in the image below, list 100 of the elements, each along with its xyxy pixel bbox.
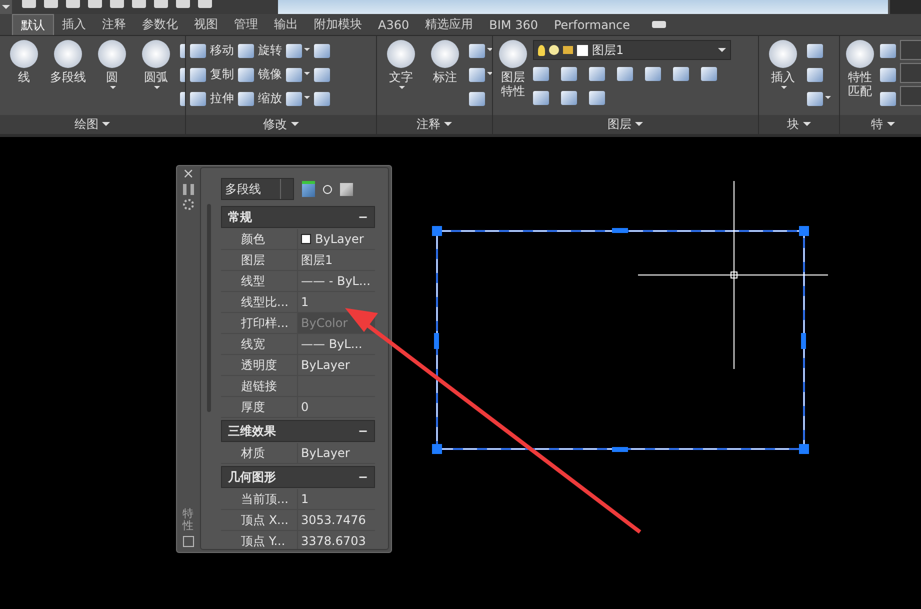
property-row[interactable]: 图层 图层1 xyxy=(221,250,375,271)
tool-icon xyxy=(238,68,254,82)
tool-icon xyxy=(499,40,527,68)
object-type-dropdown[interactable]: 多段线 xyxy=(221,178,294,200)
ribbon-button[interactable]: 缩放 xyxy=(238,88,282,109)
property-label: 材质 xyxy=(221,443,298,463)
property-label: 顶点 Y... xyxy=(221,531,298,549)
property-label: 图层 xyxy=(221,250,298,270)
ribbon-button[interactable]: 镜像 xyxy=(238,64,282,85)
ribbon-button[interactable]: 移动 xyxy=(190,40,234,61)
ribbon-toggle-icon[interactable] xyxy=(652,21,666,28)
ribbon-tab[interactable]: 注释 xyxy=(94,14,134,35)
property-value: 图层1 xyxy=(301,252,333,268)
ribbon-large-button[interactable]: 文字 xyxy=(381,40,421,92)
ribbon-large-button[interactable]: 线 xyxy=(4,40,44,84)
property-value: 1 xyxy=(301,295,309,309)
section-header[interactable]: 几何图形 − xyxy=(221,466,375,488)
property-value: ByLayer xyxy=(301,446,350,460)
ribbon-tab[interactable]: 输出 xyxy=(266,14,306,35)
settings-icon[interactable] xyxy=(182,199,194,210)
property-row[interactable]: 线宽 —— ByL... xyxy=(221,334,375,355)
property-row[interactable]: 超链接 xyxy=(221,376,375,397)
color-swatch-icon xyxy=(301,234,311,244)
property-row[interactable]: 材质 ByLayer xyxy=(221,443,375,464)
ribbon-large-button[interactable]: 圆 xyxy=(92,40,132,92)
search-field[interactable] xyxy=(888,0,921,14)
tool-icon xyxy=(431,40,459,68)
tool-icon xyxy=(387,40,415,68)
property-row[interactable]: 厚度 0 xyxy=(221,397,375,418)
application-menu-button[interactable] xyxy=(0,0,12,14)
ribbon-tab[interactable]: 视图 xyxy=(186,14,226,35)
property-row[interactable]: 颜色 ByLayer xyxy=(221,229,375,250)
property-value: 0 xyxy=(301,400,309,414)
ribbon-tab[interactable]: 管理 xyxy=(226,14,266,35)
ribbon-button[interactable]: 旋转 xyxy=(238,40,282,61)
property-value: —— - ByL... xyxy=(301,274,370,288)
ribbon-tab[interactable]: 插入 xyxy=(54,14,94,35)
palette-title: 特性 xyxy=(182,508,194,532)
panel-title[interactable]: 修改 xyxy=(186,115,376,134)
property-row[interactable]: 线型 —— - ByL... xyxy=(221,271,375,292)
property-label: 厚度 xyxy=(221,397,298,417)
property-label: 当前顶... xyxy=(221,489,298,509)
tool-icon xyxy=(769,40,797,68)
property-value: ByLayer xyxy=(315,232,364,246)
color-swatch-icon xyxy=(577,44,588,56)
tool-icon xyxy=(98,40,126,68)
tool-icon xyxy=(142,40,170,68)
property-label: 超链接 xyxy=(221,376,298,396)
ribbon-tab[interactable]: A360 xyxy=(370,14,418,35)
panel-title[interactable]: 块 xyxy=(759,115,839,134)
sun-icon xyxy=(549,45,559,55)
palette-icon[interactable] xyxy=(182,536,194,547)
tool-icon xyxy=(190,92,206,106)
ribbon-tab[interactable]: 精选应用 xyxy=(417,14,482,35)
property-value: 3378.6703 xyxy=(301,534,366,548)
ribbon-large-button[interactable]: 特性匹配 xyxy=(844,40,876,98)
property-label: 顶点 X... xyxy=(221,510,298,530)
section-header[interactable]: 三维效果 − xyxy=(221,420,375,442)
ribbon-large-button[interactable]: 插入 xyxy=(763,40,803,92)
property-label: 线型比... xyxy=(221,292,298,312)
tool-icon xyxy=(10,40,38,68)
close-button[interactable]: × xyxy=(182,169,194,180)
ribbon-button[interactable]: 拉伸 xyxy=(190,88,234,109)
layer-dropdown[interactable]: 图层1 xyxy=(533,40,731,60)
tool-icon xyxy=(846,40,874,68)
quick-select-icon[interactable] xyxy=(340,182,353,196)
section-header[interactable]: 常规 − xyxy=(221,206,375,228)
property-label: 透明度 xyxy=(221,355,298,375)
ribbon-button[interactable]: 复制 xyxy=(190,64,234,85)
property-value: 1 xyxy=(301,492,309,506)
tool-icon xyxy=(238,92,254,106)
ribbon-large-button[interactable]: 多段线 xyxy=(48,40,88,84)
property-row[interactable]: 当前顶... 1 xyxy=(221,489,375,510)
select-objects-icon[interactable] xyxy=(323,184,332,194)
ribbon-tab[interactable]: 参数化 xyxy=(134,14,186,35)
property-value: ByLayer xyxy=(301,358,350,372)
ribbon-tab[interactable]: BIM 360 xyxy=(481,14,546,35)
ribbon-large-button[interactable]: 圆弧 xyxy=(136,40,176,92)
tool-icon xyxy=(54,40,82,68)
panel-title[interactable]: 绘图 xyxy=(0,115,185,134)
property-value: 3053.7476 xyxy=(301,513,366,527)
property-row[interactable]: 透明度 ByLayer xyxy=(221,355,375,376)
panel-title[interactable]: 注释 xyxy=(377,115,492,134)
ribbon-large-button[interactable]: 标注 xyxy=(425,40,465,84)
panel-title[interactable]: 特 xyxy=(840,115,921,134)
ribbon-tab[interactable]: 附加模块 xyxy=(306,14,370,35)
property-value: ByColor xyxy=(301,316,348,330)
ribbon-large-button[interactable]: 图层特性 xyxy=(497,40,529,98)
property-row[interactable]: 顶点 X... 3053.7476 xyxy=(221,510,375,531)
tool-icon xyxy=(238,44,254,58)
ribbon-tab[interactable]: Performance xyxy=(546,14,638,35)
panel-title[interactable]: 图层 xyxy=(493,115,758,134)
property-row[interactable]: 顶点 Y... 3378.6703 xyxy=(221,531,375,549)
ribbon-tab[interactable]: 默认 xyxy=(12,14,54,35)
tool-icon xyxy=(190,68,206,82)
property-label: 颜色 xyxy=(221,229,298,249)
tool-icon xyxy=(190,44,206,58)
bulb-icon xyxy=(538,44,545,56)
property-value: —— ByL... xyxy=(301,337,362,351)
property-label: 线型 xyxy=(221,271,298,291)
